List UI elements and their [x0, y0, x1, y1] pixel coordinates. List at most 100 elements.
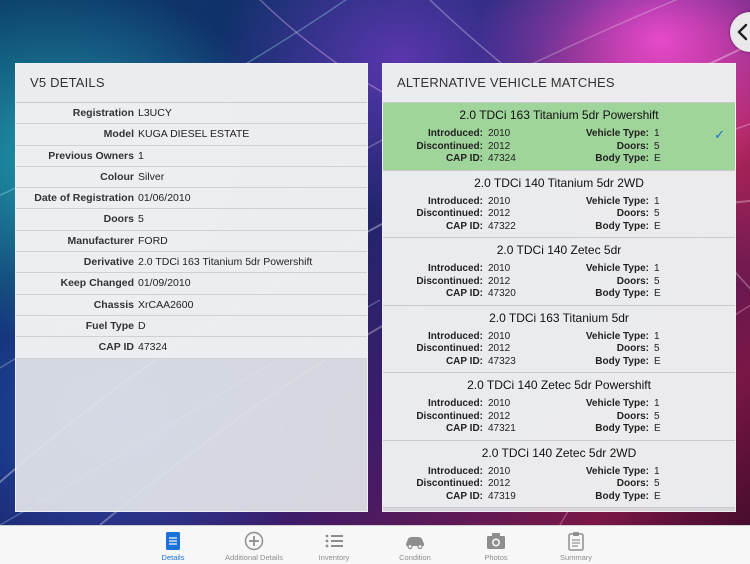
vehicle-match-details: Introduced: 2010 Vehicle Type: 1 Discontinue…: [383, 331, 735, 369]
match-body-type-label: Body Type:: [595, 490, 649, 502]
match-doors-label: Doors:: [616, 140, 649, 152]
vehicle-match-details: Introduced: 2010 Vehicle Type: 1 Discontinue…: [383, 398, 735, 436]
back-button[interactable]: [730, 12, 750, 52]
v5-details-title: V5 DETAILS: [16, 64, 367, 103]
tab-summary[interactable]: Summary: [536, 526, 616, 564]
match-introduced-label: Introduced:: [428, 263, 483, 274]
match-doors-value: 5: [654, 478, 660, 489]
v5-details-list: Registration L3UCY Model KUGA DIESEL ESTATE…: [16, 103, 367, 359]
tab-photos[interactable]: Photos: [456, 526, 536, 564]
detail-label: Derivative: [83, 256, 134, 269]
match-detail-row: Introduced: 2010 Vehicle Type: 1: [383, 128, 735, 141]
match-detail-row: Introduced: 2010 Vehicle Type: 1: [383, 466, 735, 479]
match-vehicle-type-label: Vehicle Type:: [585, 195, 649, 207]
match-vehicle-type-label: Vehicle Type:: [585, 398, 649, 409]
match-introduced-value: 2010: [488, 128, 511, 139]
vehicle-match-item[interactable]: 2.0 TDCi 163 Titanium 5dr Introduced: 2010…: [383, 305, 735, 373]
alternative-matches-list: 2.0 TDCi 163 Titanium 5dr Powershift Intr…: [383, 103, 735, 508]
alternative-matches-title: ALTERNATIVE VEHICLE MATCHES: [383, 64, 735, 103]
vehicle-match-name: 2.0 TDCi 140 Zetec 5dr 2WD: [481, 445, 637, 460]
detail-row: Model KUGA DIESEL ESTATE: [16, 124, 367, 146]
match-body-type-label: Body Type:: [595, 153, 649, 164]
vehicle-match-details: Introduced: 2010 Vehicle Type: 1 Discontinue…: [383, 466, 735, 504]
match-cap-id-label: CAP ID:: [445, 220, 483, 232]
plus-circle-icon: [244, 531, 264, 551]
detail-row: Doors 5: [16, 209, 367, 231]
match-discontinued-value: 2012: [488, 343, 511, 354]
match-body-type-label: Body Type:: [595, 423, 649, 434]
match-detail-row: CAP ID: 47319 Body Type: E: [383, 491, 735, 504]
vehicle-match-item[interactable]: 2.0 TDCi 140 Zetec 5dr 2WD Introduced: 201…: [383, 440, 735, 508]
match-cap-id-value: 47324: [488, 153, 516, 164]
match-body-type-value: E: [654, 153, 661, 164]
chevron-left-icon: [737, 23, 748, 41]
detail-label: Doors: [103, 213, 134, 226]
match-discontinued-label: Discontinued:: [416, 275, 483, 287]
match-detail-row: CAP ID: 47324 Body Type: E: [383, 153, 735, 166]
match-cap-id-value: 47319: [488, 490, 516, 502]
car-icon: [406, 537, 424, 550]
vehicle-match-name: 2.0 TDCi 163 Titanium 5dr: [489, 310, 629, 325]
tab-label: Additional Details: [225, 553, 283, 562]
match-cap-id-value: 47322: [488, 220, 516, 232]
match-body-type-label: Body Type:: [595, 220, 649, 232]
match-doors-label: Doors:: [616, 343, 649, 354]
match-vehicle-type-value: 1: [654, 263, 660, 274]
match-detail-row: CAP ID: 47320 Body Type: E: [383, 288, 735, 301]
detail-label: Manufacturer: [67, 234, 134, 247]
detail-value: 47324: [138, 341, 168, 354]
vehicle-match-item[interactable]: 2.0 TDCi 140 Zetec 5dr Powershift Introdu…: [383, 373, 735, 441]
match-introduced-value: 2010: [488, 195, 511, 207]
tab-details[interactable]: Details: [133, 526, 213, 564]
detail-row: Keep Changed 01/09/2010: [16, 273, 367, 295]
detail-label: Colour: [100, 170, 134, 183]
detail-row: Previous Owners 1: [16, 145, 367, 167]
tab-inventory[interactable]: Inventory: [294, 526, 374, 564]
camera-icon: [487, 533, 505, 549]
vehicle-match-item[interactable]: 2.0 TDCi 163 Titanium 5dr Powershift Intr…: [383, 103, 735, 171]
match-doors-value: 5: [654, 410, 660, 422]
match-detail-row: Introduced: 2010 Vehicle Type: 1: [383, 331, 735, 344]
vehicle-match-name: 2.0 TDCi 140 Zetec 5dr: [496, 243, 622, 257]
match-detail-row: Discontinued: 2012 Doors: 5: [383, 276, 735, 289]
tab-label: Summary: [559, 553, 593, 562]
detail-row: Chassis XrCAA2600: [16, 294, 367, 316]
detail-value: Silver: [138, 170, 165, 183]
match-discontinued-value: 2012: [488, 140, 511, 152]
match-vehicle-type-label: Vehicle Type:: [585, 465, 649, 477]
match-vehicle-type-value: 1: [654, 330, 660, 342]
tab-label: Photos: [484, 553, 508, 562]
detail-value: 01/09/2010: [138, 277, 191, 290]
tab-label: Condition: [399, 553, 431, 562]
match-introduced-label: Introduced:: [428, 195, 483, 207]
tab-label: Details: [161, 553, 185, 562]
detail-value: 1: [138, 149, 144, 162]
match-introduced-value: 2010: [488, 398, 511, 409]
match-body-type-value: E: [654, 355, 661, 367]
detail-value: 2.0 TDCi 163 Titanium 5dr Powershift: [138, 256, 313, 269]
tab-additional-details[interactable]: Additional Details: [214, 526, 294, 564]
match-body-type-value: E: [654, 423, 661, 434]
v5-details-panel: V5 DETAILS Registration L3UCY Model KUGA DI…: [15, 63, 368, 512]
tab-condition[interactable]: Condition: [375, 526, 455, 564]
match-vehicle-type-value: 1: [654, 128, 660, 139]
match-discontinued-label: Discontinued:: [416, 343, 483, 354]
match-detail-row: Discontinued: 2012 Doors: 5: [383, 208, 735, 221]
vehicle-match-item[interactable]: 2.0 TDCi 140 Zetec 5dr Introduced: 2010 Veh…: [383, 238, 735, 306]
match-introduced-value: 2010: [488, 263, 511, 274]
vehicle-match-item[interactable]: 2.0 TDCi 140 Titanium 5dr 2WD Introduced:…: [383, 170, 735, 238]
match-cap-id-label: CAP ID:: [445, 423, 483, 434]
clipboard-icon: [568, 532, 584, 551]
match-vehicle-type-value: 1: [654, 398, 660, 409]
detail-row: Derivative 2.0 TDCi 163 Titanium 5dr Powe…: [16, 252, 367, 274]
match-body-type-label: Body Type:: [595, 288, 649, 299]
match-discontinued-value: 2012: [488, 275, 511, 287]
detail-row: Date of Registration 01/06/2010: [16, 188, 367, 210]
vehicle-match-name: 2.0 TDCi 140 Zetec 5dr Powershift: [467, 378, 651, 392]
match-vehicle-type-label: Vehicle Type:: [585, 330, 649, 342]
list-icon: [325, 534, 343, 548]
match-cap-id-value: 47320: [488, 288, 516, 299]
detail-value: KUGA DIESEL ESTATE: [138, 128, 250, 141]
match-doors-label: Doors:: [616, 478, 649, 489]
match-cap-id-label: CAP ID:: [445, 490, 483, 502]
